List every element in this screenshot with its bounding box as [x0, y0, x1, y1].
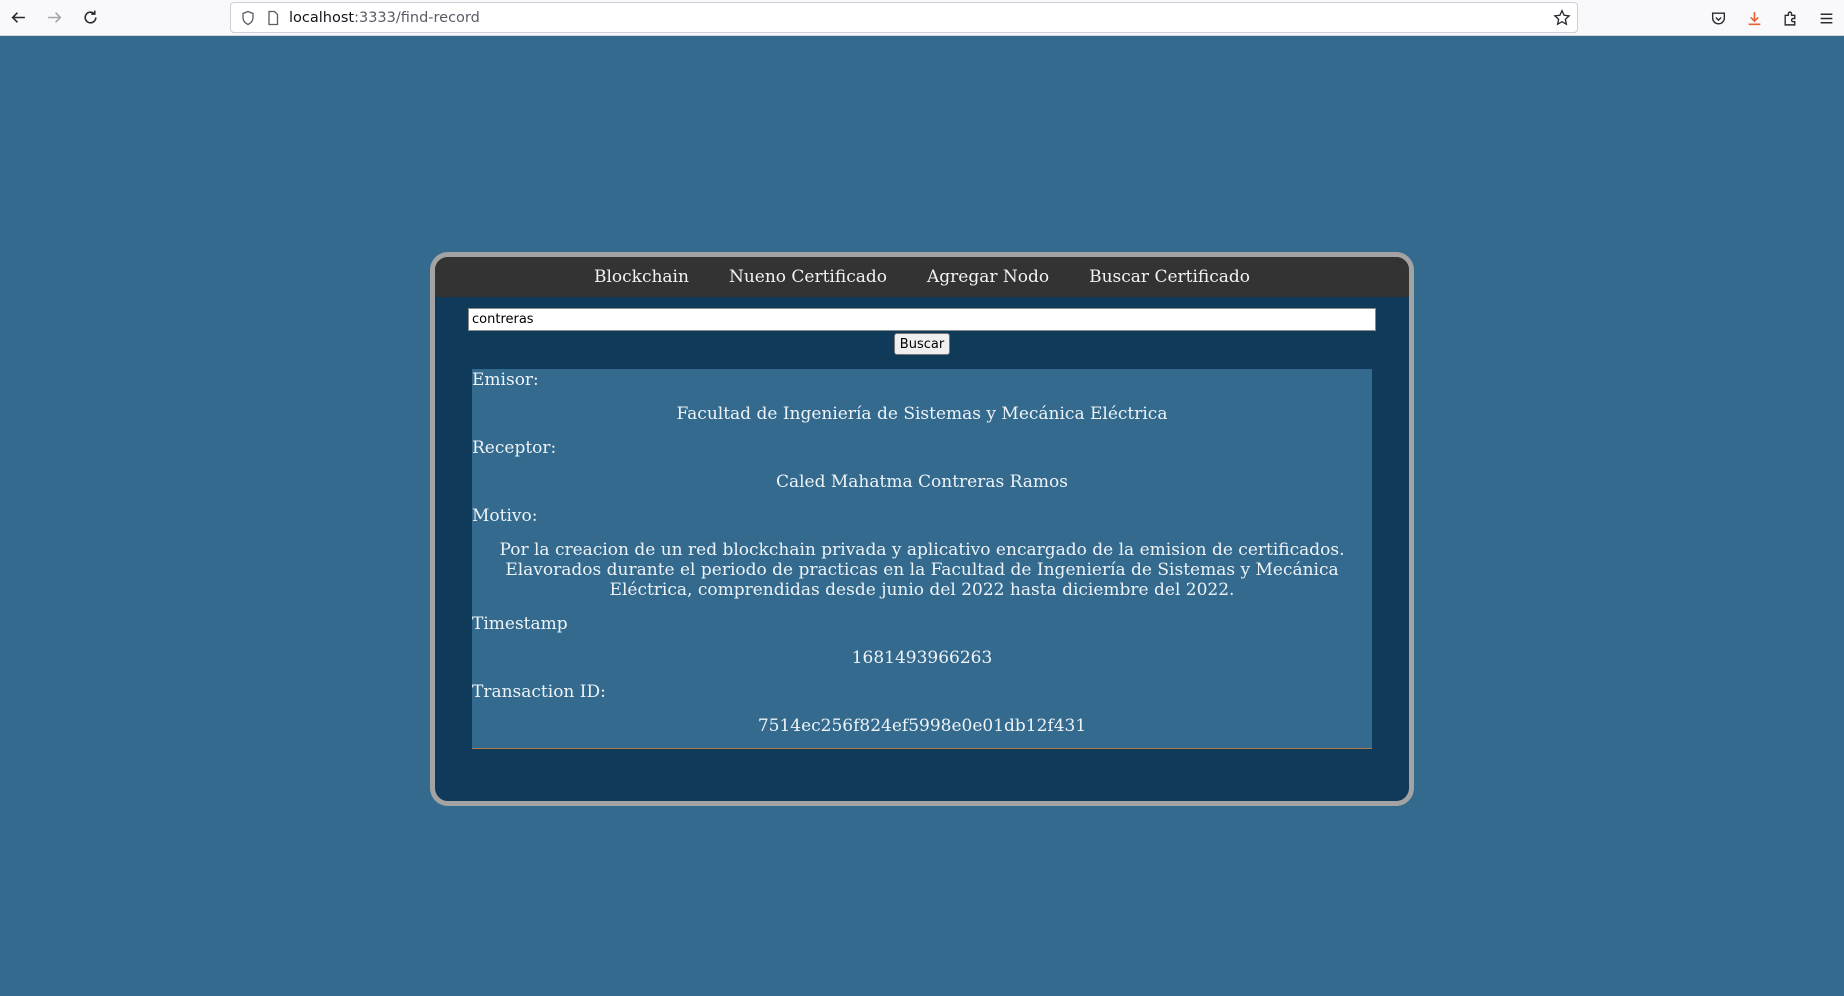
menu-item-buscar-certificado[interactable]: Buscar Certificado	[1069, 267, 1270, 287]
url-bar[interactable]: localhost:3333/find-record	[230, 2, 1578, 33]
search-form: Buscar	[435, 308, 1409, 355]
pocket-icon[interactable]	[1700, 0, 1736, 36]
menu-item-blockchain[interactable]: Blockchain	[574, 267, 709, 287]
app-panel: Blockchain Nueno Certificado Agregar Nod…	[430, 252, 1414, 806]
emisor-value: Facultad de Ingeniería de Sistemas y Mec…	[676, 404, 1168, 424]
motivo-label: Motivo:	[472, 506, 538, 526]
toolbar-right-icons	[1700, 0, 1844, 36]
timestamp-value: 1681493966263	[851, 648, 993, 668]
transaction-id-value: 7514ec256f824ef5998e0e01db12f431	[757, 716, 1087, 736]
search-button[interactable]: Buscar	[893, 333, 951, 355]
menu-icon[interactable]	[1808, 0, 1844, 36]
bookmark-star-icon[interactable]	[1553, 9, 1571, 27]
back-icon[interactable]	[0, 0, 36, 36]
browser-toolbar: localhost:3333/find-record	[0, 0, 1844, 36]
menu-item-agregar-nodo[interactable]: Agregar Nodo	[907, 267, 1069, 287]
url-path: :3333/find-record	[354, 9, 480, 26]
motivo-value: Por la creacion de un red blockchain pri…	[499, 540, 1345, 600]
emisor-label: Emisor:	[472, 370, 539, 390]
url-text[interactable]: localhost:3333/find-record	[289, 10, 480, 26]
transaction-id-label: Transaction ID:	[472, 682, 606, 702]
shield-icon[interactable]	[240, 10, 256, 26]
timestamp-label: Timestamp	[472, 614, 568, 634]
search-input[interactable]	[468, 308, 1376, 331]
extensions-icon[interactable]	[1772, 0, 1808, 36]
download-icon[interactable]	[1736, 0, 1772, 36]
receptor-label: Receptor:	[472, 438, 557, 458]
reload-icon[interactable]	[72, 0, 108, 36]
page-icon[interactable]	[265, 10, 281, 26]
forward-icon[interactable]	[36, 0, 72, 36]
record-card: Emisor: Facultad de Ingeniería de Sistem…	[472, 369, 1372, 749]
top-menu: Blockchain Nueno Certificado Agregar Nod…	[435, 257, 1409, 297]
menu-item-nuevo-certificado[interactable]: Nueno Certificado	[709, 267, 907, 287]
url-host: localhost	[289, 9, 355, 26]
receptor-value: Caled Mahatma Contreras Ramos	[775, 472, 1069, 492]
